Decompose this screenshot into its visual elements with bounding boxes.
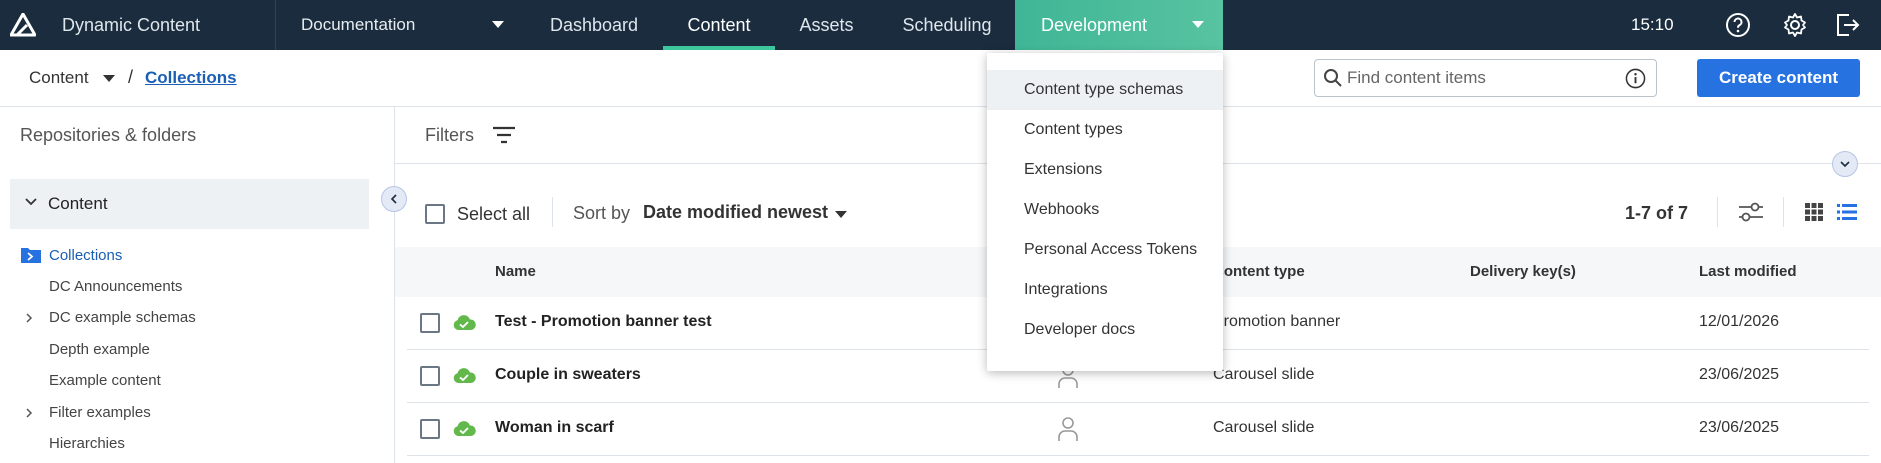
chevron-down-icon[interactable] <box>1192 21 1204 28</box>
tab-content[interactable]: Content <box>663 0 775 50</box>
sliders-icon[interactable] <box>1737 201 1765 223</box>
chevron-down-icon[interactable] <box>24 195 38 209</box>
menu-item-webhooks[interactable]: Webhooks <box>987 190 1223 230</box>
collapse-sidebar-button[interactable] <box>381 186 407 212</box>
chevron-right-icon[interactable] <box>24 312 34 324</box>
help-icon[interactable] <box>1725 12 1751 38</box>
divider <box>275 0 276 50</box>
select-all-checkbox[interactable] <box>425 204 445 224</box>
menu-item-content-type-schemas[interactable]: Content type schemas <box>987 70 1223 110</box>
clock: 15:10 <box>1631 15 1674 34</box>
folder-icon <box>21 248 41 263</box>
row-name[interactable]: Woman in scarf <box>495 419 614 437</box>
folder-collections[interactable]: Collections <box>49 247 122 264</box>
row-name[interactable]: Test - Promotion banner test <box>495 313 712 331</box>
menu-item-developer-docs[interactable]: Developer docs <box>987 310 1223 350</box>
divider <box>552 197 553 227</box>
cloud-published-icon <box>453 368 476 383</box>
column-delivery-keys[interactable]: Delivery key(s) <box>1470 263 1576 280</box>
tab-development-label: Development <box>1041 15 1148 35</box>
folder-filter-examples[interactable]: Filter examples <box>49 404 151 421</box>
sidebar-title: Repositories & folders <box>20 125 197 145</box>
chevron-down-icon[interactable] <box>103 75 115 82</box>
filters-label[interactable]: Filters <box>425 125 474 146</box>
chevron-down-icon[interactable] <box>492 21 504 28</box>
cloud-published-icon <box>453 421 476 436</box>
tab-scheduling[interactable]: Scheduling <box>882 0 1012 50</box>
divider <box>1783 197 1784 227</box>
column-last-modified[interactable]: Last modified <box>1699 263 1797 280</box>
tab-assets[interactable]: Assets <box>775 0 878 50</box>
person-icon <box>1058 417 1078 441</box>
row-content-type: Carousel slide <box>1213 366 1315 383</box>
grid-view-icon[interactable] <box>1805 203 1823 221</box>
chevron-right-icon[interactable] <box>24 407 34 419</box>
folder-dc-example-schemas[interactable]: DC example schemas <box>49 309 196 326</box>
folder-example-content[interactable]: Example content <box>49 372 161 389</box>
info-icon[interactable] <box>1625 68 1646 89</box>
menu-item-personal-access-tokens[interactable]: Personal Access Tokens <box>987 230 1223 270</box>
breadcrumb-bar: Content / Collections Create content <box>0 50 1881 107</box>
menu-item-integrations[interactable]: Integrations <box>987 270 1223 310</box>
logout-icon[interactable] <box>1834 12 1860 38</box>
select-all-label[interactable]: Select all <box>457 204 530 225</box>
development-menu: Content type schemas Content types Exten… <box>987 53 1223 371</box>
tab-dashboard[interactable]: Dashboard <box>530 0 658 50</box>
sort-by-label: Sort by <box>573 203 631 223</box>
divider <box>1717 197 1718 227</box>
row-last-modified: 23/06/2025 <box>1699 366 1780 383</box>
folder-hierarchies[interactable]: Hierarchies <box>49 435 125 452</box>
row-checkbox[interactable] <box>420 313 440 333</box>
repositories-sidebar: Repositories & folders Content Collectio… <box>0 107 395 463</box>
search-icon <box>1324 69 1342 87</box>
cloud-published-icon <box>453 315 476 330</box>
search-input[interactable] <box>1347 65 1617 91</box>
app-title: Dynamic Content <box>62 15 201 35</box>
row-last-modified: 23/06/2025 <box>1699 419 1780 436</box>
breadcrumb-collections[interactable]: Collections <box>145 68 237 88</box>
chevron-left-icon <box>390 194 397 204</box>
search-box <box>1314 59 1657 97</box>
table-row[interactable]: Woman in scarf Carousel slide 23/06/2025 <box>407 403 1869 456</box>
create-content-button[interactable]: Create content <box>1697 59 1860 97</box>
row-content-type: Carousel slide <box>1213 419 1315 436</box>
breadcrumb-separator: / <box>128 67 134 87</box>
menu-item-content-types[interactable]: Content types <box>987 110 1223 150</box>
folder-depth-example[interactable]: Depth example <box>49 341 150 358</box>
chevron-down-icon[interactable] <box>835 211 847 218</box>
tab-development[interactable]: Development <box>1015 0 1223 50</box>
row-checkbox[interactable] <box>420 366 440 386</box>
breadcrumb-content[interactable]: Content <box>29 68 89 88</box>
repository-content[interactable]: Content <box>10 179 369 229</box>
gear-icon[interactable] <box>1782 12 1808 38</box>
repository-label: Content <box>48 194 108 213</box>
top-navigation-bar: Dynamic Content Documentation Dashboard … <box>0 0 1881 50</box>
row-name[interactable]: Couple in sweaters <box>495 366 641 384</box>
row-checkbox[interactable] <box>420 419 440 439</box>
menu-item-extensions[interactable]: Extensions <box>987 150 1223 190</box>
pagination-count: 1-7 of 7 <box>1625 203 1689 223</box>
amplience-logo-icon[interactable] <box>10 13 36 37</box>
row-content-type: Promotion banner <box>1213 313 1341 330</box>
list-view-icon[interactable] <box>1837 203 1857 221</box>
column-name[interactable]: Name <box>495 263 536 280</box>
hub-selector[interactable]: Documentation <box>301 15 415 35</box>
column-content-type[interactable]: Content type <box>1213 263 1305 280</box>
folder-dc-announcements[interactable]: DC Announcements <box>49 278 182 295</box>
row-last-modified: 12/01/2026 <box>1699 313 1780 330</box>
sort-select[interactable]: Date modified newest <box>643 202 828 223</box>
filter-icon[interactable] <box>491 124 517 146</box>
